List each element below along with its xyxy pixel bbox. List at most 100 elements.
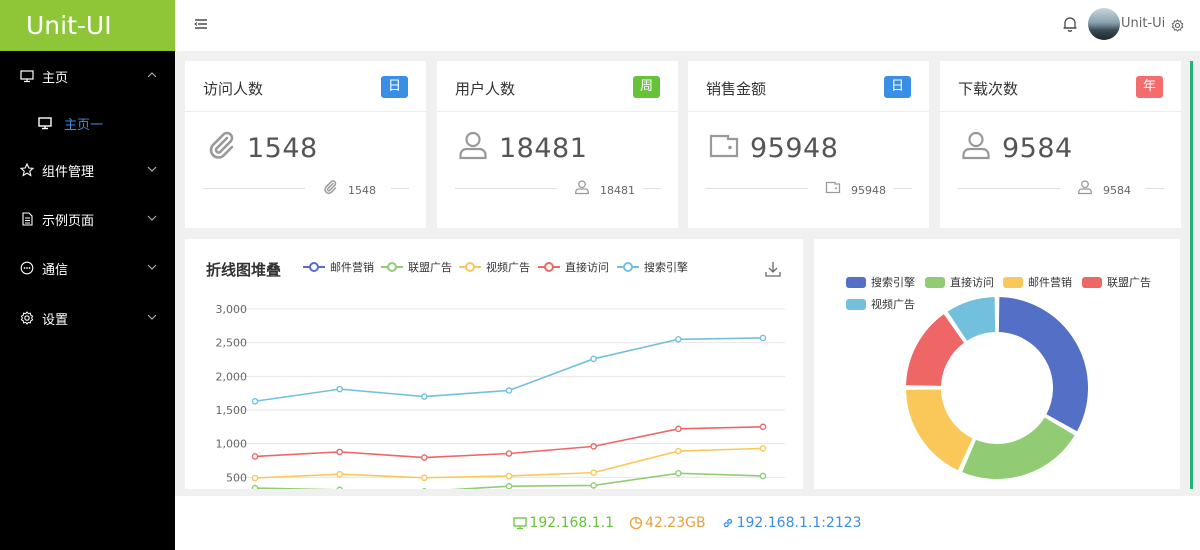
data-point: [759, 472, 767, 480]
chevron-down-icon: [147, 166, 157, 172]
pie-legend-item-email[interactable]: 邮件营销: [1003, 274, 1072, 290]
sidebar-item-home[interactable]: 主页: [0, 61, 175, 91]
donut-slice: [904, 387, 975, 473]
card-small-value: 18481: [600, 184, 635, 197]
data-point: [251, 397, 259, 405]
data-point: [421, 393, 428, 400]
data-point: [590, 355, 597, 363]
divider: [958, 188, 1060, 189]
legend-label: 邮件营销: [1028, 276, 1072, 289]
sidebar-item-components[interactable]: 组件管理: [0, 155, 175, 185]
pie-chart-icon: [629, 516, 643, 530]
legend-item-search[interactable]: 搜索引擎: [617, 259, 688, 275]
bell-icon[interactable]: [1061, 15, 1079, 33]
legend-item-email[interactable]: 邮件营销: [303, 259, 374, 275]
divider: [1146, 188, 1164, 189]
y-tick-label: 2,500: [216, 337, 248, 350]
gear-icon[interactable]: [1171, 19, 1184, 32]
divider: [185, 111, 426, 112]
legend-label: 搜索引擎: [644, 261, 688, 274]
sidebar-item-label: 设置: [42, 312, 69, 328]
footer-link[interactable]: 192.168.1.1:2123: [721, 515, 862, 531]
star-icon: [20, 163, 34, 177]
sidebar-item-label: 主页: [42, 70, 69, 86]
data-point: [505, 472, 513, 480]
legend-label: 直接访问: [565, 261, 609, 274]
stat-card-sales: 销售金额 日 95948 95948: [688, 61, 929, 228]
divider: [706, 188, 808, 189]
chart-title: 折线图堆叠: [206, 261, 282, 279]
monitor-icon: [20, 69, 34, 83]
sidebar-subitem-home-one[interactable]: 主页一: [0, 108, 175, 138]
download-icon[interactable]: [765, 261, 781, 277]
gear-icon: [20, 311, 34, 325]
legend-label: 视频广告: [871, 298, 915, 311]
legend-item-direct[interactable]: 直接访问: [538, 259, 609, 275]
card-title: 下载次数: [958, 80, 1019, 98]
period-badge[interactable]: 周: [633, 76, 660, 98]
pie-legend-item-video[interactable]: 视频广告: [846, 296, 915, 312]
y-tick-label: 500: [226, 471, 247, 484]
menu-toggle-icon[interactable]: [194, 17, 208, 31]
legend-label: 邮件营销: [330, 261, 374, 274]
period-badge[interactable]: 日: [884, 76, 911, 98]
donut-slice: [996, 295, 1090, 434]
divider: [643, 188, 661, 189]
pie-legend-item-direct[interactable]: 直接访问: [925, 274, 994, 290]
data-point: [590, 443, 597, 450]
stat-card-visits: 访问人数 日 1548 1548: [185, 61, 426, 228]
legend-item-union[interactable]: 联盟广告: [381, 259, 452, 275]
card-value: 9584: [1002, 133, 1073, 164]
divider: [203, 188, 305, 189]
data-point: [759, 423, 767, 431]
divider: [940, 111, 1181, 112]
sidebar-item-examples[interactable]: 示例页面: [0, 204, 175, 234]
pie-chart-panel: 搜索引擎 直接访问 邮件营销 联盟广告 视频广告: [814, 239, 1180, 489]
footer-ip-text: 192.168.1.1: [529, 515, 615, 531]
sidebar-item-label: 通信: [42, 262, 69, 278]
data-point: [505, 482, 513, 489]
footer-storage-text: 42.23GB: [645, 515, 706, 531]
y-tick-label: 3,000: [216, 303, 248, 316]
top-header: Unit-Ui: [175, 0, 1200, 51]
data-point: [251, 484, 259, 489]
wallet-icon: [709, 134, 739, 158]
legend-swatch: [1082, 276, 1102, 288]
data-point: [505, 450, 513, 457]
brand-logo[interactable]: Unit-UI: [0, 0, 175, 51]
sidebar-item-label: 示例页面: [42, 213, 95, 229]
data-point: [759, 445, 767, 452]
legend-item-video[interactable]: 视频广告: [459, 259, 530, 275]
pie-legend-item-union[interactable]: 联盟广告: [1082, 274, 1151, 290]
legend-line-marker-icon: [459, 262, 481, 272]
chevron-down-icon: [147, 314, 157, 320]
donut-slice: [959, 415, 1078, 481]
data-point: [505, 387, 513, 394]
legend-line-marker-icon: [538, 262, 560, 272]
legend-swatch: [846, 298, 866, 310]
card-title: 用户人数: [455, 80, 516, 98]
footer-ip: 192.168.1.1: [513, 515, 614, 531]
avatar[interactable]: [1088, 8, 1120, 40]
divider: [894, 188, 912, 189]
pie-legend-item-search[interactable]: 搜索引擎: [846, 274, 915, 290]
chevron-down-icon: [147, 264, 157, 270]
user-icon: [459, 131, 487, 160]
period-badge[interactable]: 年: [1136, 76, 1163, 98]
period-badge[interactable]: 日: [381, 76, 408, 98]
user-icon: [575, 180, 589, 195]
stat-card-users: 用户人数 周 18481 18481: [437, 61, 678, 228]
username[interactable]: Unit-Ui: [1121, 16, 1165, 31]
data-point: [336, 385, 343, 393]
wallet-icon: [825, 181, 841, 194]
line-chart-panel: 500 1,000 1,500 2,000 2,500 3,000 折线图堆叠 邮件营销 …: [185, 239, 803, 489]
data-point: [421, 474, 428, 482]
legend-label: 联盟广告: [1107, 276, 1151, 289]
sidebar-item-settings[interactable]: 设置: [0, 303, 175, 333]
sidebar-subitem-label: 主页一: [64, 117, 104, 133]
data-point: [675, 469, 682, 477]
legend-swatch: [1003, 276, 1023, 288]
card-value: 95948: [750, 133, 839, 164]
card-small-value: 9584: [1103, 184, 1131, 197]
sidebar-item-messages[interactable]: 通信: [0, 253, 175, 283]
